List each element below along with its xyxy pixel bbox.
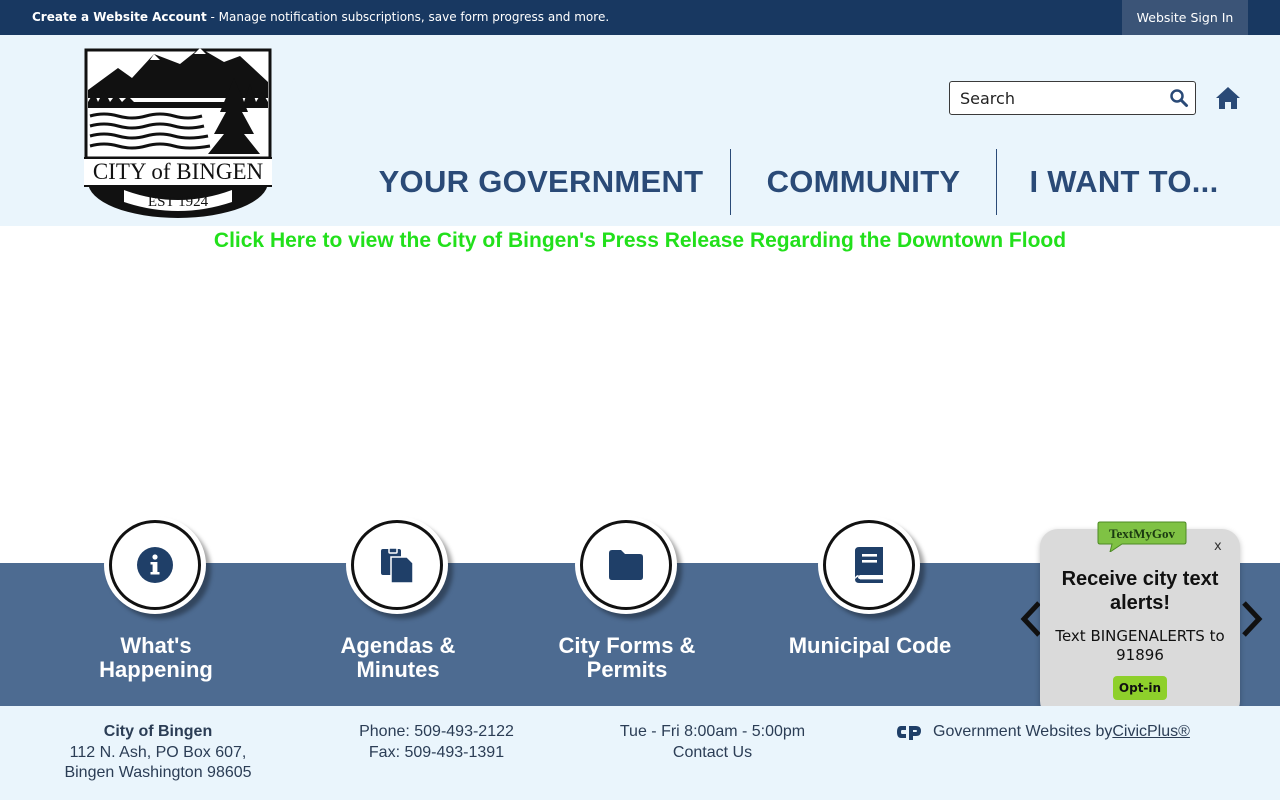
footer-contact-numbers: Phone: 509-493-2122 Fax: 509-493-1391 <box>330 722 543 763</box>
flood-press-release-link[interactable]: Click Here to view the City of Bingen's … <box>0 229 1280 253</box>
footer-address: City of Bingen 112 N. Ash, PO Box 607, B… <box>40 722 276 784</box>
site-header: CITY of BINGEN EST 1924 YOUR GOVERNMENT … <box>0 35 1280 226</box>
footer-city-name: City of Bingen <box>103 723 213 740</box>
create-account-description: - Manage notification subscriptions, sav… <box>206 10 610 24</box>
create-account-link[interactable]: Create a Website Account <box>32 10 207 24</box>
textmygov-popup: TextMyGov x Receive city text alerts! Te… <box>1040 521 1240 719</box>
info-icon <box>137 547 173 583</box>
textmygov-instructions: Text BINGENALERTS to 91896 <box>1055 627 1225 664</box>
search-input[interactable] <box>960 87 1165 109</box>
city-seal-logo[interactable]: CITY of BINGEN EST 1924 <box>84 42 272 220</box>
civicplus-icon <box>897 726 921 740</box>
folder-icon <box>609 550 643 580</box>
civicplus-link[interactable]: CivicPlus® <box>1112 723 1190 741</box>
top-utility-bar: Create a Website Account - Manage notifi… <box>0 0 1280 35</box>
logo-city-name: CITY of BINGEN <box>93 159 264 184</box>
chevron-right-icon[interactable] <box>1240 600 1264 638</box>
textmygov-heading: Receive city text alerts! <box>1061 568 1219 614</box>
nav-i-want-to[interactable]: I WANT TO... <box>997 149 1251 215</box>
textmygov-badge: TextMyGov <box>1097 521 1187 552</box>
sign-in-button[interactable]: Website Sign In <box>1122 0 1248 35</box>
close-icon[interactable]: x <box>1214 539 1222 554</box>
footer-address-line2: Bingen Washington 98605 <box>64 764 252 781</box>
search-icon[interactable] <box>1169 88 1189 108</box>
civicplus-text: Government Websites by <box>933 723 1113 740</box>
logo-est: EST 1924 <box>148 194 209 210</box>
nav-your-government[interactable]: YOUR GOVERNMENT <box>352 149 730 215</box>
footer-address-line1: 112 N. Ash, PO Box 607, <box>69 743 247 761</box>
main-navigation: YOUR GOVERNMENT COMMUNITY I WANT TO... <box>352 149 1251 215</box>
civicplus-credit: Government Websites by CivicPlus® <box>896 723 1190 741</box>
footer-fax: Fax: 509-493-1391 <box>368 743 505 761</box>
quick-link-label: City Forms & Permits <box>558 633 696 682</box>
footer-phone[interactable]: Phone: 509-493-2122 <box>330 722 543 743</box>
footer-hours-text: Tue - Fri 8:00am - 5:00pm <box>619 723 806 740</box>
footer-hours: Tue - Fri 8:00am - 5:00pm Contact Us <box>600 722 825 763</box>
opt-in-button[interactable]: Opt-in <box>1113 676 1167 700</box>
home-icon[interactable] <box>1215 86 1241 110</box>
footer-contact-us-link[interactable]: Contact Us <box>600 743 825 764</box>
nav-community[interactable]: COMMUNITY <box>731 149 996 215</box>
documents-icon <box>381 547 414 584</box>
textmygov-badge-label: TextMyGov <box>1109 526 1175 541</box>
search-box <box>949 81 1196 115</box>
create-account-banner[interactable]: Create a Website Account - Manage notifi… <box>32 10 609 24</box>
quick-link-label: Agendas & Minutes <box>340 633 456 682</box>
site-footer: City of Bingen 112 N. Ash, PO Box 607, B… <box>0 706 1280 800</box>
book-icon <box>855 547 883 583</box>
quick-link-label: What's Happening <box>99 633 213 682</box>
quick-link-label: Municipal Code <box>788 633 952 658</box>
